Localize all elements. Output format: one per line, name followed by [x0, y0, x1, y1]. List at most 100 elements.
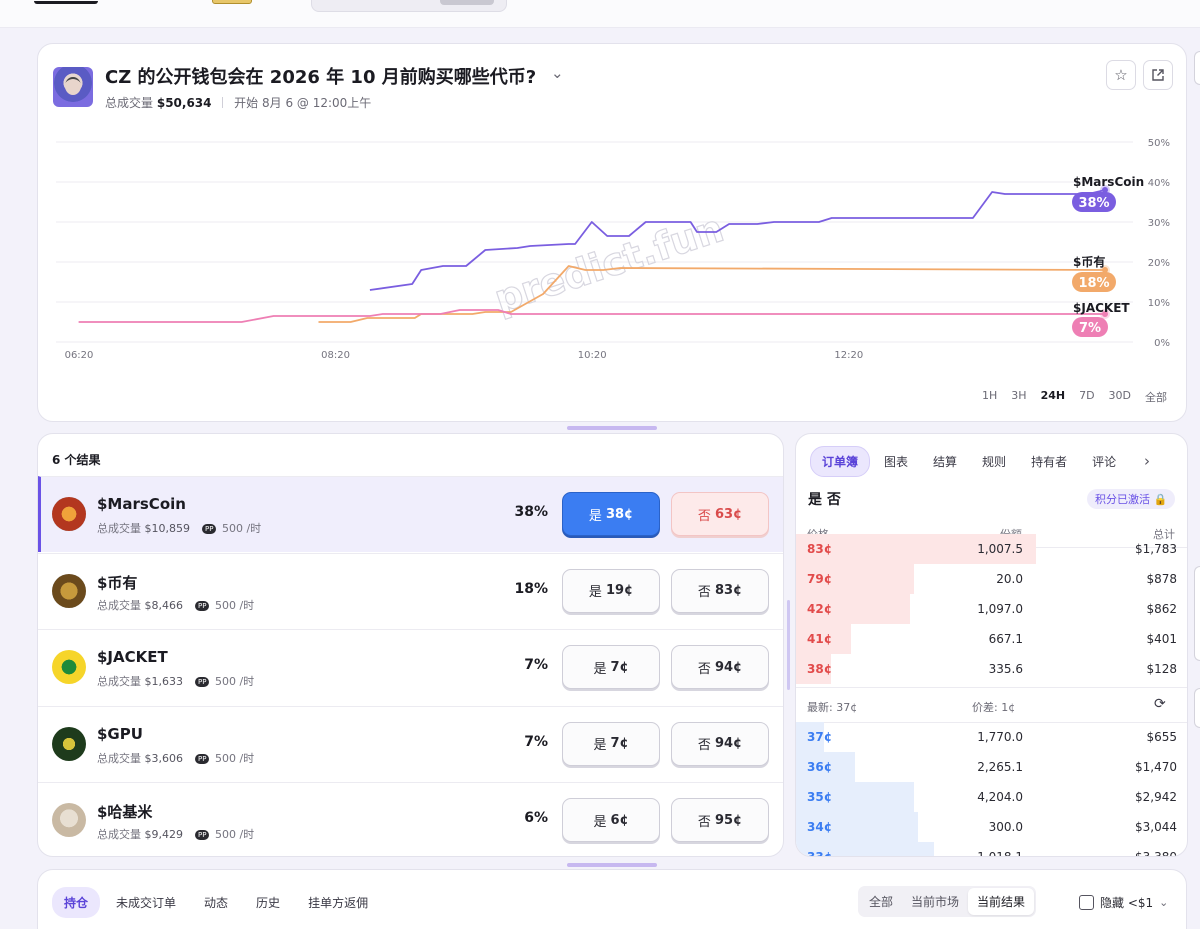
volume-value: $10,859: [144, 522, 191, 535]
points-rate: 500 /时: [211, 598, 255, 612]
order-price: 79¢: [807, 572, 833, 586]
price-history-chart[interactable]: 50%40%30%20%10%0%06:20 08:20 10:20 12:20pre…: [38, 44, 1188, 423]
order-price: 41¢: [807, 632, 833, 646]
chevron-down-icon[interactable]: ⌄: [1159, 896, 1168, 909]
points-rate: 500 /时: [211, 751, 255, 765]
order-total: $128: [1146, 662, 1177, 676]
points-icon: PP: [195, 677, 210, 687]
outcome-avatar: [52, 497, 86, 531]
range-tab-24H[interactable]: 24H: [1034, 389, 1073, 405]
side-panel-edge[interactable]: [1194, 688, 1200, 728]
range-tab-1H[interactable]: 1H: [975, 389, 1004, 405]
side-panel-edge[interactable]: [1194, 51, 1200, 85]
gold-badge-icon[interactable]: [212, 0, 252, 4]
outcomes-scrollbar[interactable]: [787, 600, 790, 690]
positions-tab-未成交订单[interactable]: 未成交订单: [104, 887, 188, 918]
positions-tab-挂单方返佣[interactable]: 挂单方返佣: [296, 887, 380, 918]
buy-yes-button[interactable]: 是 7¢: [562, 645, 660, 689]
outcome-probability: 7%: [524, 657, 548, 673]
positions-tabs: 持仓 未成交订单 动态 历史 挂单方返佣: [52, 887, 384, 918]
range-tab-3H[interactable]: 3H: [1004, 389, 1033, 405]
orderbook-card: 订单簿图表结算规则持有者评论 › 是 否 积分已激活 🔒 价格 份额 总计 83…: [795, 433, 1188, 857]
ask-row[interactable]: 79¢ 20.0 $878: [796, 564, 1187, 594]
order-price: 38¢: [807, 662, 833, 676]
series-name-label: $币有: [1073, 254, 1105, 269]
x-tick-label: 12:20: [834, 350, 863, 361]
buy-yes-button[interactable]: 是 6¢: [562, 798, 660, 842]
ask-row[interactable]: 42¢ 1,097.0 $862: [796, 594, 1187, 624]
hide-small-toggle[interactable]: 隐藏 <$1 ⌄: [1079, 894, 1168, 911]
range-tab-30D[interactable]: 30D: [1102, 389, 1138, 405]
outcome-volume: 总成交量 $3,606 PP 500 /时: [97, 750, 254, 766]
volume-label: 总成交量: [97, 675, 145, 688]
bid-row[interactable]: 34¢ 300.0 $3,044: [796, 812, 1187, 842]
series-line[interactable]: [78, 309, 1105, 323]
filter-全部[interactable]: 全部: [860, 888, 902, 915]
range-tab-7D[interactable]: 7D: [1072, 389, 1101, 405]
ask-row[interactable]: 41¢ 667.1 $401: [796, 624, 1187, 654]
order-price: 35¢: [807, 790, 833, 804]
outcome-row[interactable]: $MarsCoin 总成交量 $10,859 PP 500 /时 38% 是 38¢ 否 63…: [38, 476, 783, 552]
series-line[interactable]: [369, 189, 1106, 291]
order-price: 83¢: [807, 542, 833, 556]
buy-no-button[interactable]: 否 94¢: [671, 645, 769, 689]
orderbook-tab-订单簿[interactable]: 订单簿: [810, 446, 871, 477]
order-price: 37¢: [807, 730, 833, 744]
buy-no-button[interactable]: 否 94¢: [671, 721, 769, 766]
buy-yes-button[interactable]: 是 7¢: [562, 721, 660, 766]
series-value-label: 7%: [1079, 321, 1101, 336]
outcome-row[interactable]: $哈基米 总成交量 $9,429 PP 500 /时 6% 是 6¢ 否 95¢: [38, 782, 783, 856]
orderbook-tab-结算[interactable]: 结算: [922, 447, 968, 476]
outcome-name: $MarsCoin: [97, 495, 186, 513]
outcome-row[interactable]: $JACKET 总成交量 $1,633 PP 500 /时 7% 是 7¢ 否 94¢: [38, 629, 783, 705]
resize-handle-bottom[interactable]: [567, 863, 657, 867]
bid-row[interactable]: 33¢ 1,018.1 $3,380: [796, 842, 1187, 856]
bid-row[interactable]: 37¢ 1,770.0 $655: [796, 722, 1187, 752]
positions-tab-动态[interactable]: 动态: [192, 887, 240, 918]
buy-no-button[interactable]: 否 95¢: [671, 798, 769, 842]
orderbook-tab-评论[interactable]: 评论: [1081, 447, 1127, 476]
order-shares: 2,265.1: [977, 760, 1023, 774]
buy-yes-button[interactable]: 是 38¢: [562, 492, 660, 536]
orderbook-tab-持有者[interactable]: 持有者: [1020, 447, 1078, 476]
positions-tab-持仓[interactable]: 持仓: [52, 887, 101, 918]
volume-value: $8,466: [144, 598, 184, 612]
order-total: $1,470: [1135, 760, 1177, 774]
positions-tab-历史[interactable]: 历史: [244, 887, 292, 918]
order-price: 42¢: [807, 602, 833, 616]
outcome-row[interactable]: $币有 总成交量 $8,466 PP 500 /时 18% 是 19¢ 否 83¢: [38, 552, 783, 629]
buy-no-button[interactable]: 否 83¢: [671, 568, 769, 613]
filter-当前市场[interactable]: 当前市场: [902, 888, 968, 915]
checkbox[interactable]: [1079, 895, 1094, 910]
range-tab-全部[interactable]: 全部: [1138, 389, 1174, 405]
ask-row[interactable]: 83¢ 1,007.5 $1,783: [796, 534, 1187, 564]
y-tick-label: 0%: [1154, 338, 1170, 349]
bid-row[interactable]: 35¢ 4,204.0 $2,942: [796, 782, 1187, 812]
order-total: $3,044: [1135, 820, 1177, 834]
side-panel-edge[interactable]: [1194, 566, 1200, 661]
site-logo[interactable]: [34, 0, 98, 4]
outcome-avatar: [52, 726, 86, 761]
points-icon: PP: [195, 753, 210, 764]
ask-row[interactable]: 38¢ 335.6 $128: [796, 654, 1187, 684]
chevron-right-icon[interactable]: ›: [1144, 452, 1150, 470]
orderbook-tab-图表[interactable]: 图表: [873, 447, 919, 476]
buy-yes-button[interactable]: 是 19¢: [562, 568, 660, 613]
series-name-label: $JACKET: [1073, 301, 1130, 315]
outcome-avatar: [52, 650, 86, 684]
filter-当前结果[interactable]: 当前结果: [968, 888, 1035, 915]
resize-handle[interactable]: [567, 426, 657, 430]
outcome-row[interactable]: $GPU 总成交量 $3,606 PP 500 /时 7% 是 7¢ 否 94¢: [38, 705, 783, 782]
outcome-name: $JACKET: [97, 648, 168, 666]
order-total: $655: [1146, 730, 1177, 744]
order-price: 34¢: [807, 820, 833, 834]
buy-no-button[interactable]: 否 63¢: [671, 492, 769, 536]
y-tick-label: 40%: [1148, 178, 1170, 189]
yes-no-toggle[interactable]: 是 否: [808, 489, 841, 509]
order-total: $401: [1146, 632, 1177, 646]
search-bar[interactable]: [311, 0, 507, 12]
search-shortcut-button[interactable]: [440, 0, 494, 5]
refresh-icon[interactable]: ⟳: [1154, 696, 1166, 712]
orderbook-tab-规则[interactable]: 规则: [971, 447, 1017, 476]
bid-row[interactable]: 36¢ 2,265.1 $1,470: [796, 752, 1187, 782]
